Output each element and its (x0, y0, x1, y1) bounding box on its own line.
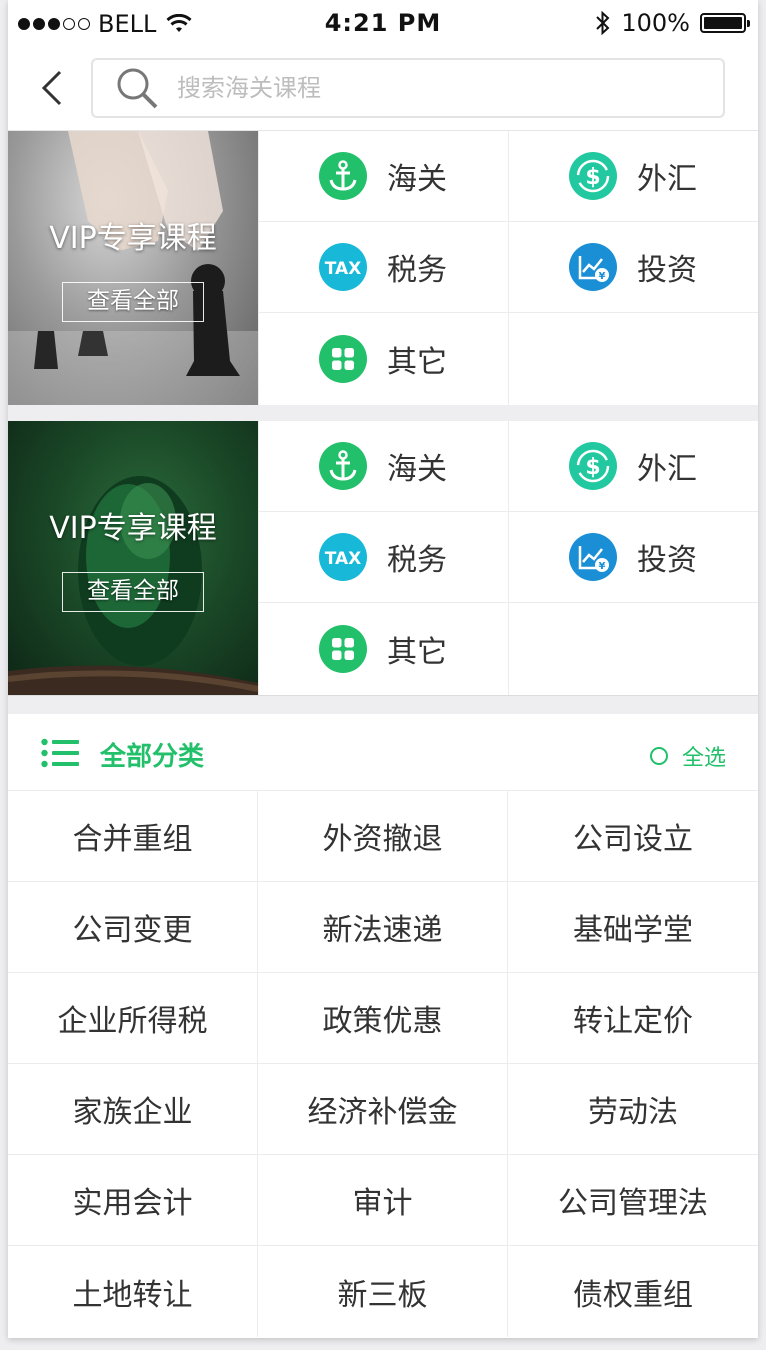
navigation-bar (8, 48, 758, 131)
vip-block-2: VIP专享课程 查看全部 海关 $ 外汇 TAX 税务 ¥ 投资 其它 (8, 421, 758, 695)
category-customs[interactable]: 海关 (258, 421, 508, 512)
search-icon (117, 68, 158, 109)
category-tag[interactable]: 劳动法 (508, 1064, 758, 1155)
battery-icon (700, 13, 750, 33)
category-tax[interactable]: TAX 税务 (258, 222, 508, 313)
category-grid: 海关 $ 外汇 TAX 税务 ¥ 投资 其它 (258, 131, 758, 405)
category-tag[interactable]: 企业所得税 (8, 973, 258, 1064)
category-tag[interactable]: 合并重组 (8, 791, 258, 882)
category-tag[interactable]: 家族企业 (8, 1064, 258, 1155)
category-customs[interactable]: 海关 (258, 131, 508, 222)
category-tag[interactable]: 新法速递 (258, 882, 508, 973)
view-all-button[interactable]: 查看全部 (62, 572, 204, 612)
category-forex[interactable]: $ 外汇 (508, 131, 758, 222)
category-label: 其它 (387, 635, 447, 670)
category-investment[interactable]: ¥ 投资 (508, 222, 758, 313)
category-tag[interactable]: 政策优惠 (258, 973, 508, 1064)
category-forex[interactable]: $ 外汇 (508, 421, 758, 512)
svg-text:$: $ (585, 455, 600, 480)
section-divider (8, 695, 758, 714)
category-label: 海关 (387, 452, 447, 487)
dollar-exchange-icon: $ (569, 442, 617, 490)
bird-image (8, 476, 258, 695)
list-icon (41, 738, 79, 768)
category-tag[interactable]: 转让定价 (508, 973, 758, 1064)
category-investment[interactable]: ¥ 投资 (508, 512, 758, 603)
vip-banner-bird[interactable]: VIP专享课程 查看全部 (8, 421, 258, 695)
category-label: 外汇 (637, 162, 697, 197)
search-box[interactable] (91, 58, 725, 118)
category-label: 其它 (387, 345, 447, 380)
dollar-exchange-icon: $ (569, 152, 617, 200)
svg-text:TAX: TAX (325, 549, 362, 569)
view-all-button[interactable]: 查看全部 (62, 282, 204, 322)
battery-percentage: 100% (621, 9, 690, 37)
category-tag[interactable]: 基础学堂 (508, 882, 758, 973)
status-right: 100% (595, 9, 750, 37)
grid-icon (319, 625, 367, 673)
category-tag[interactable]: 实用会计 (8, 1155, 258, 1246)
all-categories-header: 全部分类 全选 (8, 714, 758, 791)
anchor-icon (319, 152, 367, 200)
section-divider (8, 405, 758, 421)
category-tag[interactable]: 经济补偿金 (258, 1064, 508, 1155)
category-tag[interactable]: 新三板 (258, 1246, 508, 1337)
category-tag[interactable]: 债权重组 (508, 1246, 758, 1337)
vip-banner-chess[interactable]: VIP专享课程 查看全部 (8, 131, 258, 405)
svg-text:¥: ¥ (599, 271, 606, 282)
empty-cell (508, 603, 758, 695)
category-tag[interactable]: 审计 (258, 1155, 508, 1246)
category-tag[interactable]: 土地转让 (8, 1246, 258, 1337)
vip-banner-title: VIP专享课程 (49, 511, 217, 546)
category-label: 海关 (387, 162, 447, 197)
category-label: 投资 (637, 253, 697, 288)
investment-chart-icon: ¥ (569, 533, 617, 581)
bluetooth-icon (596, 11, 610, 35)
category-label: 税务 (387, 543, 447, 578)
back-chevron-icon[interactable] (36, 68, 72, 108)
select-all-label: 全选 (681, 746, 726, 771)
radio-circle-icon[interactable] (649, 747, 668, 765)
search-input[interactable] (177, 74, 677, 102)
category-tag[interactable]: 公司管理法 (508, 1155, 758, 1246)
category-tag[interactable]: 公司设立 (508, 791, 758, 882)
chess-hand-image (8, 131, 258, 405)
status-bar: BELL 4:21 PM 100% (8, 0, 758, 48)
tax-icon: TAX (319, 243, 367, 291)
category-label: 投资 (637, 543, 697, 578)
tax-icon: TAX (319, 533, 367, 581)
category-other[interactable]: 其它 (258, 313, 508, 405)
empty-cell (508, 313, 758, 405)
svg-text:TAX: TAX (325, 259, 362, 279)
vip-block-1: VIP专享课程 查看全部 海关 $ 外汇 TAX 税务 ¥ 投资 其它 (8, 131, 758, 405)
category-tag[interactable]: 公司变更 (8, 882, 258, 973)
vip-banner-title: VIP专享课程 (49, 221, 217, 256)
svg-text:$: $ (585, 165, 600, 190)
category-other[interactable]: 其它 (258, 603, 508, 695)
investment-chart-icon: ¥ (569, 243, 617, 291)
all-categories-title: 全部分类 (100, 742, 205, 772)
svg-text:¥: ¥ (599, 561, 606, 572)
category-tag-grid: 合并重组 外资撤退 公司设立公司变更 新法速递 基础学堂企业所得税 政策优惠 转让定价家族企… (8, 791, 758, 1337)
grid-icon (319, 335, 367, 383)
category-label: 税务 (387, 253, 447, 288)
anchor-icon (319, 442, 367, 490)
category-tag[interactable]: 外资撤退 (258, 791, 508, 882)
category-tax[interactable]: TAX 税务 (258, 512, 508, 603)
category-label: 外汇 (637, 452, 697, 487)
category-grid: 海关 $ 外汇 TAX 税务 ¥ 投资 其它 (258, 421, 758, 695)
app-screen: BELL 4:21 PM 100% 搜索海关课程 VIP专享课程 查看全部 海关… (8, 0, 758, 1338)
select-all-toggle[interactable]: 全选 (649, 740, 726, 772)
